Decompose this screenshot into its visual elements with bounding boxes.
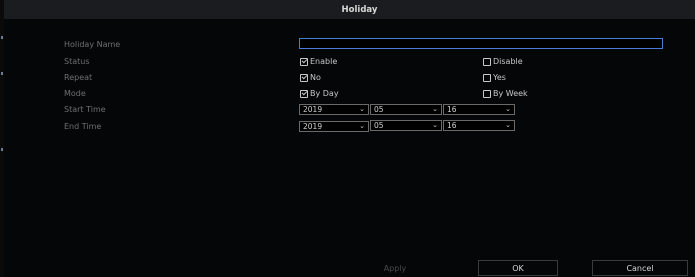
start-year-value: 2019 bbox=[303, 105, 323, 114]
checkbox-checked-icon bbox=[300, 73, 308, 82]
holiday-name-label: Holiday Name bbox=[64, 40, 121, 49]
start-day-value: 16 bbox=[447, 105, 457, 114]
chevron-down-icon: ⌄ bbox=[505, 121, 511, 129]
chevron-down-icon: ⌄ bbox=[359, 105, 365, 113]
edge-marker bbox=[1, 36, 3, 39]
start-day-select[interactable]: 16 ⌄ bbox=[443, 104, 515, 115]
end-time-label: End Time bbox=[64, 122, 102, 131]
repeat-yes-option[interactable]: Yes bbox=[483, 73, 506, 82]
repeat-no-option[interactable]: No bbox=[300, 73, 321, 82]
edge-marker bbox=[1, 148, 3, 151]
dialog-title: Holiday bbox=[341, 4, 378, 15]
start-year-select[interactable]: 2019 ⌄ bbox=[299, 104, 369, 115]
checkbox-unchecked-icon bbox=[483, 73, 491, 82]
end-day-select[interactable]: 16 ⌄ bbox=[443, 120, 515, 131]
checkbox-checked-icon bbox=[300, 89, 308, 98]
checkbox-unchecked-icon bbox=[483, 89, 491, 98]
status-label: Status bbox=[64, 57, 90, 66]
end-month-select[interactable]: 05 ⌄ bbox=[370, 120, 442, 131]
apply-button[interactable]: Apply bbox=[360, 260, 430, 276]
repeat-no-label: No bbox=[310, 73, 321, 82]
start-month-select[interactable]: 05 ⌄ bbox=[370, 104, 442, 115]
start-time-label: Start Time bbox=[64, 105, 106, 114]
repeat-label: Repeat bbox=[64, 73, 93, 82]
end-month-value: 05 bbox=[374, 121, 384, 130]
start-month-value: 05 bbox=[374, 105, 384, 114]
mode-by-week-label: By Week bbox=[493, 89, 528, 98]
chevron-down-icon: ⌄ bbox=[359, 122, 365, 130]
end-day-value: 16 bbox=[447, 121, 457, 130]
chevron-down-icon: ⌄ bbox=[432, 121, 438, 129]
mode-by-week-option[interactable]: By Week bbox=[483, 89, 528, 98]
cancel-button[interactable]: Cancel bbox=[592, 260, 688, 276]
ok-button[interactable]: OK bbox=[478, 260, 558, 276]
holiday-name-input[interactable] bbox=[299, 38, 663, 49]
checkbox-checked-icon bbox=[300, 57, 308, 66]
chevron-down-icon: ⌄ bbox=[432, 105, 438, 113]
mode-by-day-option[interactable]: By Day bbox=[300, 89, 339, 98]
edge-marker bbox=[1, 72, 3, 75]
holiday-dialog: Holiday Holiday Name Status Enable Disab… bbox=[4, 0, 695, 277]
chevron-down-icon: ⌄ bbox=[505, 105, 511, 113]
mode-label: Mode bbox=[64, 89, 86, 98]
status-enable-option[interactable]: Enable bbox=[300, 57, 337, 66]
checkbox-unchecked-icon bbox=[483, 57, 491, 66]
mode-by-day-label: By Day bbox=[310, 89, 339, 98]
status-disable-label: Disable bbox=[493, 57, 523, 66]
status-disable-option[interactable]: Disable bbox=[483, 57, 523, 66]
repeat-yes-label: Yes bbox=[493, 73, 506, 82]
end-year-select[interactable]: 2019 ⌄ bbox=[299, 121, 369, 132]
dialog-title-bar: Holiday bbox=[4, 0, 695, 19]
status-enable-label: Enable bbox=[310, 57, 338, 66]
end-year-value: 2019 bbox=[303, 122, 323, 131]
